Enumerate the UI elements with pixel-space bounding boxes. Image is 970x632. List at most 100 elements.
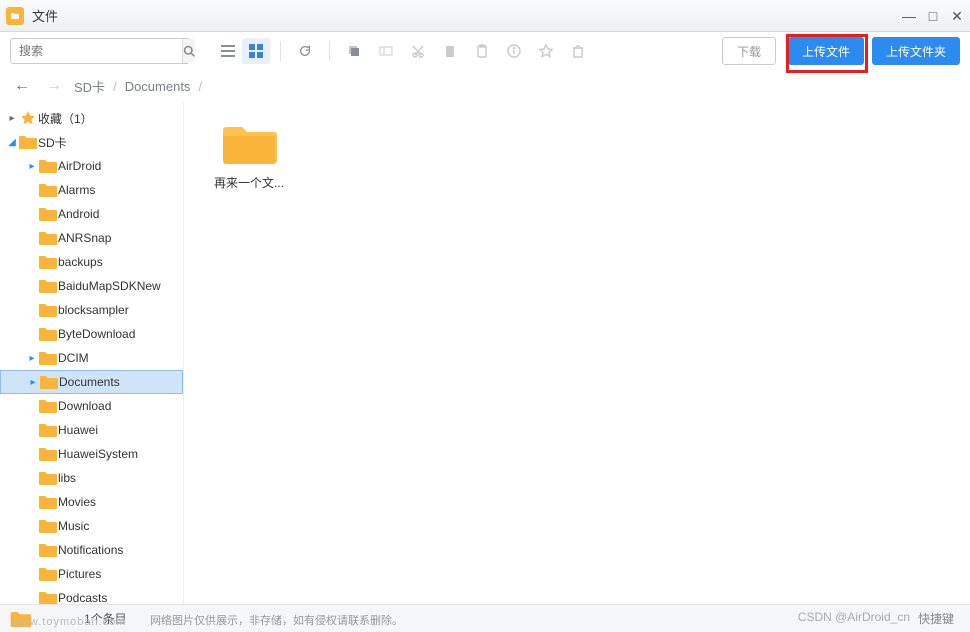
breadcrumb-separator: /: [198, 79, 202, 94]
close-button[interactable]: ✕: [950, 9, 964, 23]
tree-toggle[interactable]: ▸: [26, 569, 38, 580]
sidebar-folder-dcim[interactable]: ▸DCIM: [0, 346, 183, 370]
tree-toggle[interactable]: ▸: [26, 257, 38, 268]
tree-toggle[interactable]: ◢: [6, 137, 18, 148]
tree-toggle[interactable]: ▸: [6, 113, 18, 124]
tree-label: Pictures: [58, 567, 101, 581]
tree-toggle[interactable]: ▸: [27, 377, 39, 388]
file-grid: 再来一个文...: [184, 102, 970, 604]
tree-toggle[interactable]: ▸: [26, 209, 38, 220]
tree-toggle[interactable]: ▸: [26, 233, 38, 244]
folder-icon: [38, 423, 58, 437]
tree-toggle[interactable]: ▸: [26, 401, 38, 412]
breadcrumb-item[interactable]: SD卡: [74, 77, 105, 96]
folder-icon: [221, 122, 277, 166]
sidebar-folder-libs[interactable]: ▸ libs: [0, 466, 183, 490]
shortcut-link[interactable]: 快捷键: [918, 610, 954, 627]
sidebar: ▸ 收藏（1） ◢ SD卡 ▸AirDroid▸Alarms▸Android▸A…: [0, 102, 184, 604]
sidebar-folder-podcasts[interactable]: ▸Podcasts: [0, 586, 183, 604]
tree-toggle[interactable]: ▸: [26, 593, 38, 604]
folder-icon: [18, 135, 38, 149]
tree-toggle[interactable]: ▸: [26, 497, 38, 508]
delete-button[interactable]: [564, 38, 592, 64]
titlebar: 文件 — □ ✕: [0, 0, 970, 32]
paste-button[interactable]: [436, 38, 464, 64]
tree-toggle[interactable]: ▸: [26, 521, 38, 532]
sidebar-folder-huaweisystem[interactable]: ▸HuaweiSystem: [0, 442, 183, 466]
tree-label: Notifications: [58, 543, 123, 557]
sidebar-folder-music[interactable]: ▸Music: [0, 514, 183, 538]
tree-toggle[interactable]: ▸: [26, 353, 38, 364]
minimize-button[interactable]: —: [902, 9, 916, 23]
star-button[interactable]: [532, 38, 560, 64]
download-button: 下载: [722, 37, 776, 65]
info-button[interactable]: [500, 38, 528, 64]
sidebar-folder-documents[interactable]: ▸Documents: [0, 370, 183, 394]
tree-toggle[interactable]: ▸: [26, 185, 38, 196]
tree-label: Huawei: [58, 423, 98, 437]
folder-item[interactable]: 再来一个文...: [204, 122, 294, 191]
folder-icon: [38, 159, 58, 173]
folder-icon: [38, 327, 58, 341]
tree-label: libs: [58, 471, 76, 485]
app-icon: [6, 7, 24, 25]
tree-label: Android: [58, 207, 99, 221]
folder-icon: [38, 231, 58, 245]
nav-back-button[interactable]: ←: [10, 77, 34, 95]
watermark-left: www.toymoban.com: [12, 616, 126, 628]
tree-label: Download: [58, 399, 111, 413]
tree-toggle[interactable]: ▸: [26, 281, 38, 292]
breadcrumb-item[interactable]: Documents: [125, 79, 191, 94]
sidebar-folder-download[interactable]: ▸ Download: [0, 394, 183, 418]
window-title: 文件: [32, 6, 902, 25]
watermark-mid: 网络图片仅供展示，非存储，如有侵权请联系删除。: [150, 612, 403, 628]
sidebar-folder-blocksampler[interactable]: ▸blocksampler: [0, 298, 183, 322]
sidebar-folder-notifications[interactable]: ▸ Notifications: [0, 538, 183, 562]
nav-forward-button[interactable]: →: [42, 77, 66, 95]
search-input[interactable]: [11, 44, 182, 58]
maximize-button[interactable]: □: [926, 9, 940, 23]
sidebar-folder-bytedownload[interactable]: ▸ ByteDownload: [0, 322, 183, 346]
upload-folder-button[interactable]: 上传文件夹: [872, 37, 960, 65]
sidebar-folder-alarms[interactable]: ▸Alarms: [0, 178, 183, 202]
clipboard-button[interactable]: [468, 38, 496, 64]
tree-label: ANRSnap: [58, 231, 111, 245]
refresh-button[interactable]: [291, 38, 319, 64]
tree-label: ByteDownload: [58, 327, 135, 341]
tree-toggle[interactable]: ▸: [26, 425, 38, 436]
view-list-button[interactable]: [214, 38, 242, 64]
tree-toggle[interactable]: ▸: [26, 473, 38, 484]
upload-file-button[interactable]: 上传文件: [788, 37, 864, 65]
tree-label: BaiduMapSDKNew: [58, 279, 161, 293]
sidebar-folder-airdroid[interactable]: ▸ AirDroid: [0, 154, 183, 178]
tree-toggle[interactable]: ▸: [26, 305, 38, 316]
file-name: 再来一个文...: [204, 174, 294, 191]
folder-icon: [38, 471, 58, 485]
search-box: [10, 38, 190, 64]
star-icon: [18, 110, 38, 126]
sidebar-folder-anrsnap[interactable]: ▸ ANRSnap: [0, 226, 183, 250]
favorites-item[interactable]: ▸ 收藏（1）: [0, 106, 183, 130]
tree-toggle[interactable]: ▸: [26, 161, 38, 172]
sidebar-folder-backups[interactable]: ▸ backups: [0, 250, 183, 274]
sidebar-folder-baidumapsdknew[interactable]: ▸ BaiduMapSDKNew: [0, 274, 183, 298]
sd-card-item[interactable]: ◢ SD卡: [0, 130, 183, 154]
folder-icon: [38, 351, 58, 365]
tree-toggle[interactable]: ▸: [26, 329, 38, 340]
copy-button[interactable]: [340, 38, 368, 64]
tree-label: AirDroid: [58, 159, 101, 173]
tree-toggle[interactable]: ▸: [26, 545, 38, 556]
view-grid-button[interactable]: [242, 38, 270, 64]
sidebar-folder-pictures[interactable]: ▸ Pictures: [0, 562, 183, 586]
folder-icon: [38, 207, 58, 221]
sidebar-folder-movies[interactable]: ▸Movies: [0, 490, 183, 514]
rename-button[interactable]: [372, 38, 400, 64]
folder-icon: [38, 519, 58, 533]
search-button[interactable]: [182, 39, 195, 63]
tree-toggle[interactable]: ▸: [26, 449, 38, 460]
toolbar: 下载 上传文件 上传文件夹: [0, 32, 970, 70]
cut-button[interactable]: [404, 38, 432, 64]
sidebar-folder-android[interactable]: ▸ Android: [0, 202, 183, 226]
tree-label: backups: [58, 255, 103, 269]
sidebar-folder-huawei[interactable]: ▸ Huawei: [0, 418, 183, 442]
